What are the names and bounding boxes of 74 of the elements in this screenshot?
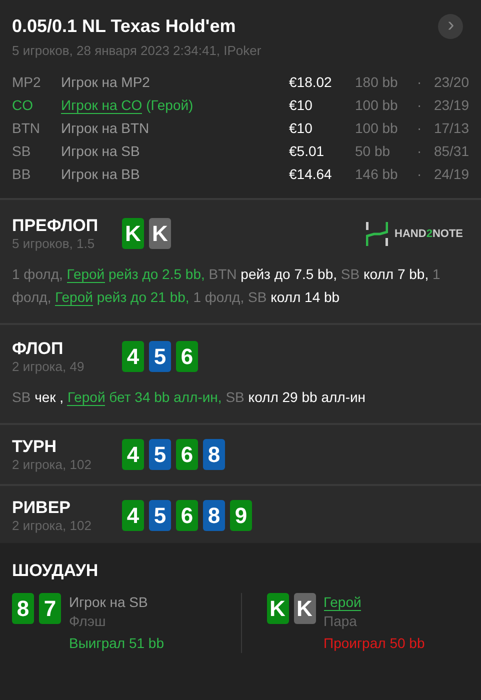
logo-text: HAND2NOTE <box>394 228 463 240</box>
player-name-link[interactable]: Игрок на CO <box>61 97 142 114</box>
next-button[interactable]: › <box>438 14 463 39</box>
playing-card: 8 <box>12 593 34 624</box>
player-stack-bb: 50 bb <box>355 142 392 161</box>
street-title: РИВЕР <box>12 498 72 518</box>
player-stats: 17/13 <box>432 119 469 138</box>
player-stack: €10 <box>289 96 314 115</box>
result-text: Выиграл 51 bb <box>69 634 164 653</box>
street-title: ПРЕФЛОП <box>12 216 100 236</box>
player-stack: €14.64 <box>289 165 333 184</box>
hero-link[interactable]: Герой <box>67 389 106 406</box>
player-name: Игрок на SB <box>69 594 148 610</box>
player-stack-bb: 100 bb <box>355 119 399 138</box>
playing-card: 4 <box>122 341 144 372</box>
player-position: CO <box>12 96 34 115</box>
player-stack-bb: 100 bb <box>355 96 399 115</box>
hero-link[interactable]: Герой <box>66 266 105 283</box>
playing-card: K <box>266 593 288 624</box>
hero-tag: (Герой) <box>146 97 194 113</box>
playing-card: 4 <box>122 439 144 470</box>
playing-card: 9 <box>230 500 252 531</box>
player-stack-bb: 146 bb <box>355 165 399 184</box>
hand-rank: Пара <box>324 612 358 631</box>
player-position: BB <box>12 165 32 184</box>
player-stats: 23/19 <box>432 96 469 115</box>
player-name: Игрок на SB <box>61 142 141 161</box>
result-text: Проиграл 50 bb <box>324 634 425 653</box>
player-name: Игрок на BTN <box>61 119 150 138</box>
separator-dot: · <box>417 73 423 92</box>
street-info: 2 игрока, 49 <box>12 359 86 374</box>
hand-subtitle: 5 игроков, 28 января 2023 2:34:41, IPoker <box>12 43 262 58</box>
playing-card: 6 <box>176 341 198 372</box>
street-info: 2 игрока, 102 <box>12 518 92 533</box>
playing-card: 8 <box>203 500 225 531</box>
playing-card: 4 <box>122 500 144 531</box>
playing-card: 5 <box>149 439 171 470</box>
player-position: SB <box>12 142 32 161</box>
player-stack-bb: 180 bb <box>355 73 399 92</box>
player-name: Игрок на MP2 <box>61 73 151 92</box>
separator-dot: · <box>417 142 423 161</box>
playing-card: 5 <box>149 341 171 372</box>
street-title: ФЛОП <box>12 339 64 359</box>
player-stack: €18.02 <box>289 73 333 92</box>
showdown-title: ШОУДАУН <box>12 561 100 581</box>
player-stats: 85/31 <box>432 142 469 161</box>
player-stats: 23/20 <box>432 73 469 92</box>
hero-link[interactable]: Герой <box>55 289 93 306</box>
player-position: BTN <box>12 119 41 138</box>
action-log: 1 фолд, Герой рейз до 2.5 bb, BTN рейз до 7.5 bb, SB колл 7 bb, 1 фолд, Герой рейз до 21 bb, 1 фолд, SB колл 14 bb <box>12 265 442 308</box>
street-title: ТУРН <box>12 437 58 457</box>
playing-card: 8 <box>203 439 225 470</box>
logo-icon <box>366 222 388 246</box>
separator-dot: · <box>417 119 423 138</box>
playing-card: K <box>294 593 316 624</box>
hand-rank: Флэш <box>69 612 107 631</box>
action-log: SB чек , Герой бет 34 bb алл-ин, SB колл 29 bb алл-ин <box>12 388 367 408</box>
playing-card: 5 <box>149 500 171 531</box>
playing-card: 7 <box>39 593 61 624</box>
player-position: MP2 <box>12 73 42 92</box>
playing-card: K <box>122 218 144 249</box>
player-stack: €10 <box>289 119 314 138</box>
playing-card: 6 <box>176 500 198 531</box>
separator-dot: · <box>417 165 423 184</box>
separator-dot: · <box>417 96 423 115</box>
street-info: 2 игрока, 102 <box>12 457 92 472</box>
player-stats: 24/19 <box>432 165 469 184</box>
player-name: Игрок на BB <box>61 165 141 184</box>
player-stack: €5.01 <box>289 142 326 161</box>
street-info: 5 игроков, 1.5 <box>12 236 96 251</box>
hand-title: 0.05/0.1 NL Texas Hold'em <box>12 16 236 37</box>
player-name-link[interactable]: Герой <box>324 594 362 611</box>
playing-card: 6 <box>176 439 198 470</box>
playing-card: K <box>149 218 171 249</box>
